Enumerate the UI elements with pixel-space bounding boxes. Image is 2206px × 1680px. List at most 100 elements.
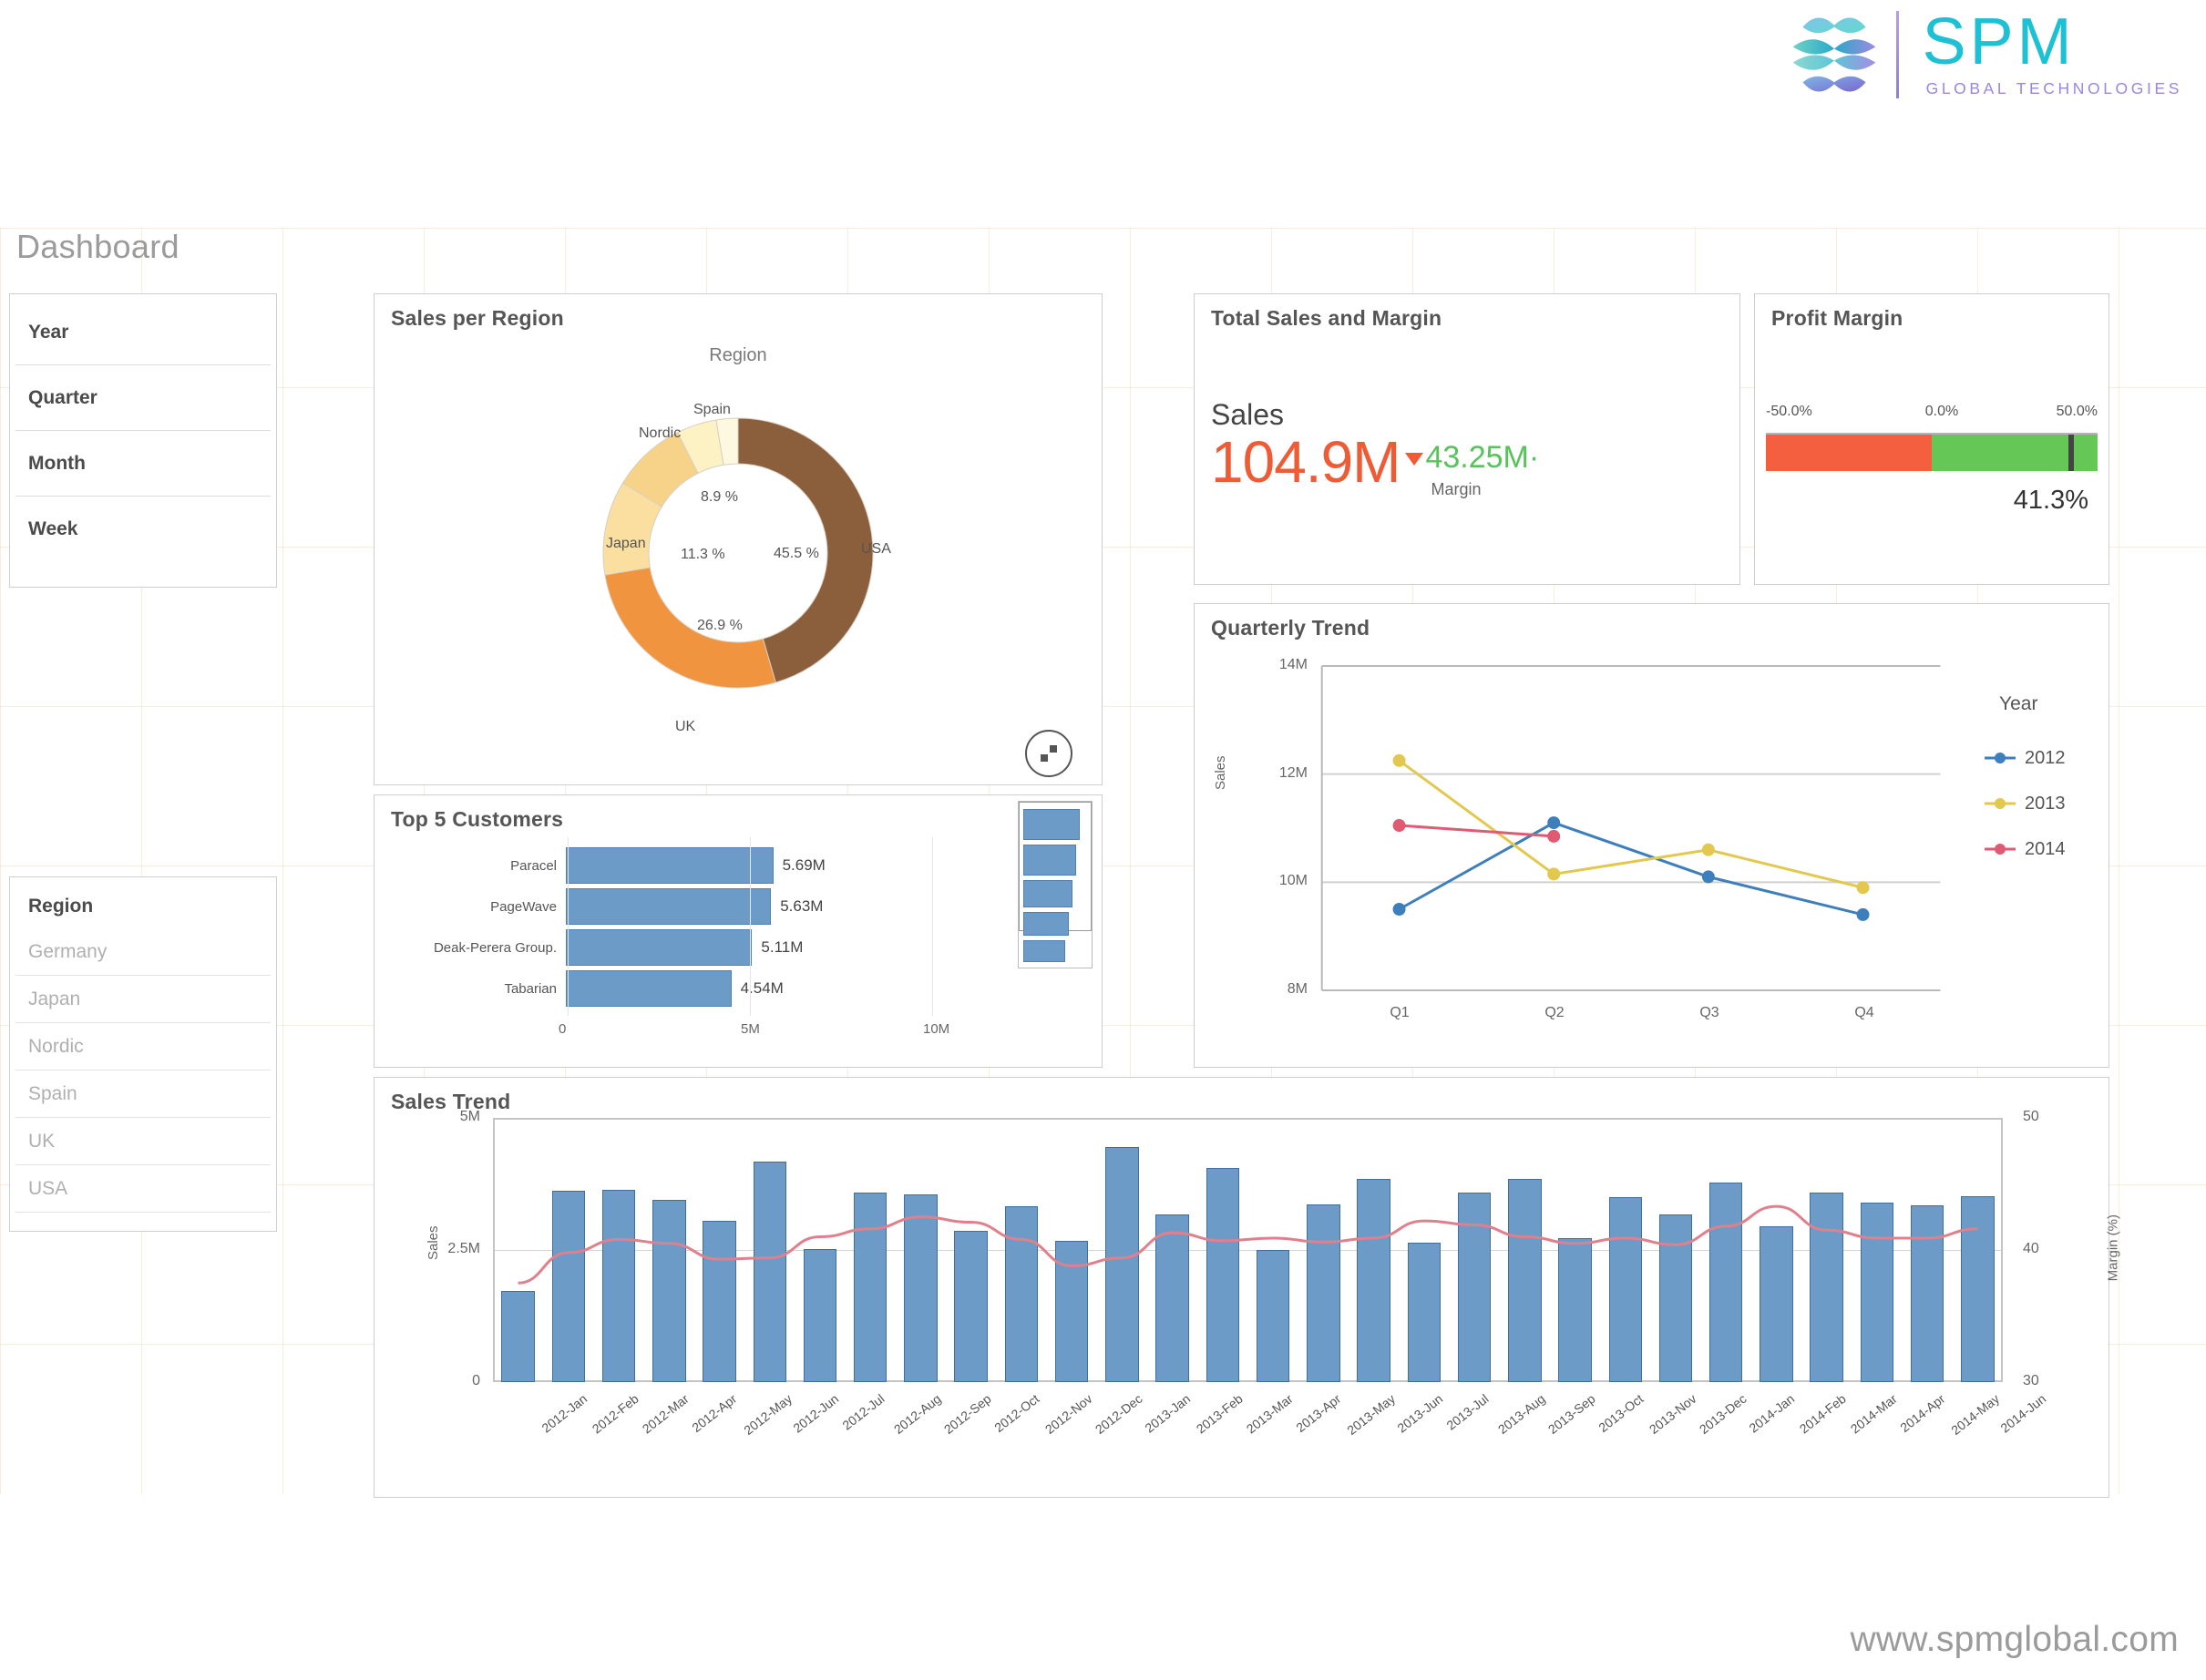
top-5-customers-chart[interactable]: Paracel 5.69M PageWave 5.63M Deak-Perera Gro… <box>375 837 1102 1065</box>
legend-item-2012[interactable]: 2012 <box>1985 735 2103 781</box>
top5-row[interactable]: PageWave 5.63M <box>375 887 1102 926</box>
region-item-germany[interactable]: Germany <box>15 928 271 976</box>
st-bar[interactable] <box>1307 1204 1340 1382</box>
top5-minimap-bar <box>1023 845 1076 876</box>
resize-arrows-icon <box>1041 745 1057 762</box>
st-bar[interactable] <box>1608 1197 1642 1382</box>
top5-row[interactable]: Tabarian 4.54M <box>375 969 1102 1008</box>
kpi-measure-label: Sales <box>1211 398 1285 431</box>
st-xtick: 2012-Oct <box>990 1391 1042 1436</box>
st-bar[interactable] <box>1105 1146 1139 1382</box>
st-bar[interactable] <box>1708 1182 1743 1382</box>
dashboard-page: SPM GLOBAL TECHNOLOGIES Dashboard Year Q… <box>0 0 2206 1680</box>
expand-icon[interactable] <box>1025 730 1072 777</box>
legend-label: 2012 <box>2025 747 2066 768</box>
top5-xtick: 10M <box>923 1021 950 1037</box>
st-bar[interactable] <box>1054 1241 1089 1382</box>
top5-row[interactable]: Paracel 5.69M <box>375 846 1102 885</box>
gauge-scale: -50.0% 0.0% 50.0% <box>1766 404 2098 422</box>
legend-label: 2013 <box>2025 793 2066 814</box>
st-xtick: 2014-Jan <box>1746 1391 1798 1436</box>
region-item-japan[interactable]: Japan <box>15 976 271 1023</box>
st-bar[interactable] <box>1256 1250 1290 1382</box>
region-item-nordic[interactable]: Nordic <box>15 1023 271 1070</box>
filter-label: Quarter <box>28 386 97 408</box>
region-item-usa[interactable]: USA <box>15 1165 271 1213</box>
st-xtick: 2012-May <box>740 1391 795 1438</box>
st-bar[interactable] <box>904 1194 938 1382</box>
st-bar[interactable] <box>1910 1204 1944 1382</box>
filter-item-week[interactable]: Week <box>15 497 271 562</box>
top5-row[interactable]: Deak-Perera Group. 5.11M <box>375 928 1102 967</box>
st-y2tick: 40 <box>2023 1241 2039 1256</box>
filter-item-month[interactable]: Month <box>15 431 271 497</box>
qt-data-point-2013[interactable] <box>1856 881 1870 895</box>
filter-item-quarter[interactable]: Quarter <box>15 365 271 431</box>
region-item-spain[interactable]: Spain <box>15 1070 271 1118</box>
st-bar[interactable] <box>1508 1179 1542 1382</box>
top5-bar[interactable] <box>566 970 732 1007</box>
top5-bar[interactable] <box>566 888 772 925</box>
st-bar[interactable] <box>954 1230 988 1382</box>
st-y2tick: 30 <box>2023 1373 2039 1388</box>
qt-data-point-2013[interactable] <box>1392 753 1406 767</box>
st-bar[interactable] <box>1457 1193 1492 1382</box>
st-xtick: 2014-Jun <box>1997 1391 2049 1436</box>
st-bar[interactable] <box>1004 1205 1039 1382</box>
qt-data-point-2014[interactable] <box>1392 819 1406 833</box>
donut-label-uk: UK <box>675 719 696 734</box>
top5-minimap-bar <box>1023 940 1065 962</box>
st-xtick: 2013-Mar <box>1243 1391 1296 1437</box>
legend-marker-2013 <box>1985 797 2016 810</box>
st-bar[interactable] <box>652 1200 686 1382</box>
st-bar[interactable] <box>501 1291 535 1382</box>
st-bar[interactable] <box>601 1189 636 1382</box>
sales-per-region-card: Sales per Region Region USA UK Japan Nor… <box>374 293 1103 785</box>
st-bar[interactable] <box>703 1221 736 1382</box>
region-item-uk[interactable]: UK <box>15 1118 271 1165</box>
donut-pct-uk: 26.9 % <box>697 618 743 633</box>
st-xtick: 2013-Nov <box>1646 1391 1699 1437</box>
donut-slice-uk[interactable] <box>604 567 776 689</box>
top5-value-label: 5.11M <box>761 938 804 956</box>
qt-data-point-2014[interactable] <box>1547 829 1561 843</box>
top-5-scroll-minimap[interactable] <box>1018 801 1093 968</box>
st-bar[interactable] <box>1357 1179 1390 1382</box>
st-bar[interactable] <box>854 1193 888 1382</box>
st-bar[interactable] <box>1860 1202 1894 1382</box>
legend-label: 2014 <box>2025 838 2066 859</box>
st-bar[interactable] <box>1961 1195 1995 1382</box>
st-bar[interactable] <box>1155 1214 1189 1382</box>
st-bar[interactable] <box>1658 1214 1693 1382</box>
st-bar[interactable] <box>1810 1193 1843 1382</box>
filter-item-year[interactable]: Year <box>15 300 271 365</box>
quarterly-trend-chart[interactable]: Sales Year 2012 2013 2014 8M 10M 12M 14M… <box>1195 644 2109 1069</box>
st-bar[interactable] <box>1407 1242 1442 1382</box>
donut-chart[interactable]: USA UK Japan Nordic Spain 45.5 % 26.9 % … <box>375 365 1102 766</box>
qt-data-point-2013[interactable] <box>1701 843 1715 856</box>
qt-data-point-2012[interactable] <box>1547 816 1561 830</box>
qt-data-point-2012[interactable] <box>1701 870 1715 884</box>
sales-trend-title: Sales Trend <box>391 1090 511 1113</box>
top5-bar[interactable] <box>566 929 753 966</box>
qt-data-point-2012[interactable] <box>1392 903 1406 916</box>
qt-data-point-2013[interactable] <box>1547 867 1561 881</box>
sales-trend-chart[interactable]: 0 2.5M 5M 30 40 50 2012-Jan 2012-Feb 2012-Mar 201… <box>447 1109 2048 1438</box>
st-bar[interactable] <box>1558 1237 1592 1382</box>
st-bar[interactable] <box>803 1248 837 1382</box>
st-bar[interactable] <box>1206 1167 1240 1382</box>
st-bar[interactable] <box>551 1191 586 1382</box>
legend-item-2014[interactable]: 2014 <box>1985 826 2103 872</box>
st-bar[interactable] <box>753 1161 786 1382</box>
donut-pct-nordic: 8.9 % <box>701 489 738 505</box>
qt-xtick: Q4 <box>1854 1005 1874 1020</box>
top5-xtick: 5M <box>741 1021 760 1037</box>
gauge-positive-segment <box>1932 435 2098 471</box>
top5-bar[interactable] <box>566 847 774 884</box>
qt-data-point-2012[interactable] <box>1856 907 1870 921</box>
top-5-customers-title: Top 5 Customers <box>391 807 564 831</box>
legend-item-2013[interactable]: 2013 <box>1985 781 2103 826</box>
kpi-value: 104.9M <box>1211 429 1401 495</box>
top5-gridline <box>568 837 569 1016</box>
st-bar[interactable] <box>1760 1225 1793 1382</box>
